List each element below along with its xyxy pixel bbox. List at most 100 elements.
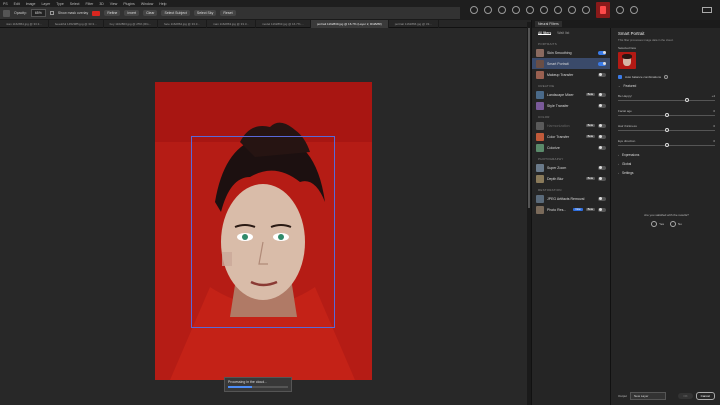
no-radio[interactable]: No (670, 221, 682, 227)
filter-toggle[interactable] (598, 103, 606, 108)
show-mask-checkbox[interactable] (49, 11, 54, 15)
section-settings[interactable]: › Settings (618, 171, 715, 175)
clear-button[interactable]: Clear (143, 10, 158, 16)
filter-toggle[interactable] (598, 92, 606, 97)
yes-radio[interactable]: Yes (651, 221, 664, 227)
filter-toggle[interactable] (598, 176, 606, 181)
auto-balance-row[interactable]: Auto balance combinations (618, 75, 715, 79)
menu-item-layer[interactable]: Layer (41, 2, 50, 6)
filter-label: Harmonization (547, 123, 570, 128)
filter-item[interactable]: Skin Smoothing (532, 47, 610, 58)
filter-item[interactable]: JPEG Artifacts Removal (532, 193, 610, 204)
reset-button[interactable]: Reset (220, 10, 236, 16)
filter-item[interactable]: Harmonization Beta (532, 120, 610, 131)
output-label: Output (618, 394, 628, 398)
document-tab[interactable]: nian 1162864.jpg @ 33.3... (0, 19, 49, 28)
filter-item[interactable]: Smart Portrait (532, 58, 610, 69)
filter-toggle[interactable] (598, 207, 606, 212)
scrollbar-thumb[interactable] (528, 28, 530, 208)
menu-item-help[interactable]: Help (159, 2, 166, 6)
filter-list: All filters Wait list PORTRAITS Skin Smoo… (532, 28, 611, 405)
output-select[interactable]: New Layer (630, 392, 667, 400)
mask-color-swatch[interactable] (92, 10, 101, 16)
document-canvas[interactable] (155, 82, 372, 380)
document-tab[interactable]: beautiful 1452985.jpg @ 33.3... (49, 19, 104, 28)
zoom-icon[interactable] (470, 6, 478, 14)
menu-bar: PS Edit Image Layer Type Select Filter 3D View Pl… (0, 0, 460, 7)
filter-item[interactable]: Color Transfer Beta (532, 131, 610, 142)
select-subject-button[interactable]: Select Subject (161, 10, 190, 16)
filter-item[interactable]: Photo Res... New Beta (532, 204, 610, 215)
filter-toggle[interactable] (598, 123, 606, 128)
slider-track[interactable] (618, 100, 715, 101)
document-tab[interactable]: portrait 1162866.jpg @ 33... (389, 19, 439, 28)
section-expressions[interactable]: › Expressions (618, 153, 715, 157)
filter-toggle[interactable] (598, 145, 606, 150)
filter-item[interactable]: Super Zoom (532, 162, 610, 173)
refine-button[interactable]: Refine (104, 10, 121, 16)
filter-toggle[interactable] (598, 196, 606, 201)
filter-toggle[interactable] (598, 134, 606, 139)
clone-icon[interactable] (582, 6, 590, 14)
menu-item-window[interactable]: Window (141, 2, 153, 6)
document-tab[interactable]: boy 1162863.jpg @ 25% (RG... (104, 19, 159, 28)
brush-icon[interactable] (498, 6, 506, 14)
category-header: RESTORATION (538, 188, 562, 192)
document-tab[interactable]: face 1162864.jpg @ 33.3... (158, 19, 207, 28)
select-sky-button[interactable]: Select Sky (193, 10, 217, 16)
tab-all-filters[interactable]: All filters (538, 31, 552, 35)
menu-item-type[interactable]: Type (56, 2, 64, 6)
menu-item-select[interactable]: Select (70, 2, 80, 6)
category-header: PORTRAITS (538, 42, 557, 46)
document-tab[interactable]: model 1162863.jpg @ 16.7% ... (256, 19, 311, 28)
tool-icon[interactable] (3, 9, 10, 17)
selected-face-thumbnail[interactable] (618, 52, 636, 69)
menu-item-view[interactable]: View (110, 2, 118, 6)
slider-handle[interactable] (664, 143, 669, 147)
eraser-icon[interactable] (512, 6, 520, 14)
menu-item-edit[interactable]: Edit (14, 2, 20, 6)
eyedropper-icon[interactable] (568, 6, 576, 14)
menu-item-plugins[interactable]: Plugins (123, 2, 134, 6)
filter-item[interactable]: Colorize (532, 142, 610, 153)
section-label: Global (622, 162, 632, 166)
filter-toggle[interactable] (598, 61, 606, 66)
filter-item[interactable]: Landscape Mixer Beta (532, 89, 610, 100)
lasso-icon[interactable] (526, 6, 534, 14)
filter-toggle[interactable] (598, 72, 606, 77)
hand-icon[interactable] (484, 6, 492, 14)
canvas-area[interactable]: Processing in the cloud... (0, 28, 530, 405)
filter-toggle[interactable] (598, 50, 606, 55)
tab-wait-list[interactable]: Wait list (557, 31, 569, 35)
menu-item-image[interactable]: Image (26, 2, 36, 6)
pen-icon[interactable] (540, 6, 548, 14)
featured-section[interactable]: ⌄ Featured (618, 84, 715, 88)
window-restore-icon[interactable] (702, 7, 712, 13)
menu-item-filter[interactable]: Filter (86, 2, 94, 6)
document-tab[interactable]: man 1162863.jpg @ 33.3... (207, 19, 256, 28)
crop-icon[interactable] (554, 6, 562, 14)
menu-item-3d[interactable]: 3D (99, 2, 103, 6)
app-logo[interactable]: PS (3, 2, 8, 6)
slider-handle[interactable] (664, 113, 669, 117)
info-icon[interactable] (664, 75, 669, 79)
filter-toggle[interactable] (598, 165, 606, 170)
filter-item[interactable]: Makeup Transfer (532, 69, 610, 80)
neural-filters-icon[interactable] (596, 2, 610, 18)
selection-rectangle[interactable] (191, 136, 335, 328)
invert-button[interactable]: Invert (124, 10, 140, 16)
document-tab[interactable]: portrait 1162839.jpg @ 16.7% (Layer 2, R… (310, 19, 389, 28)
ok-button[interactable]: OK (678, 393, 693, 399)
filter-item[interactable]: Style Transfer (532, 100, 610, 111)
layers-icon[interactable] (630, 6, 638, 14)
auto-balance-checkbox[interactable] (618, 75, 622, 79)
filter-item[interactable]: Depth Blur Beta (532, 173, 610, 184)
refresh-icon[interactable] (616, 6, 624, 14)
panel-tab[interactable]: Neural Filters (535, 21, 562, 27)
progress-toast: Processing in the cloud... (224, 377, 292, 392)
opacity-field[interactable]: 65% (30, 9, 46, 17)
cancel-button[interactable]: Cancel (695, 392, 715, 400)
slider-handle[interactable] (664, 128, 669, 132)
slider-handle[interactable] (684, 98, 689, 102)
section-global[interactable]: › Global (618, 162, 715, 166)
